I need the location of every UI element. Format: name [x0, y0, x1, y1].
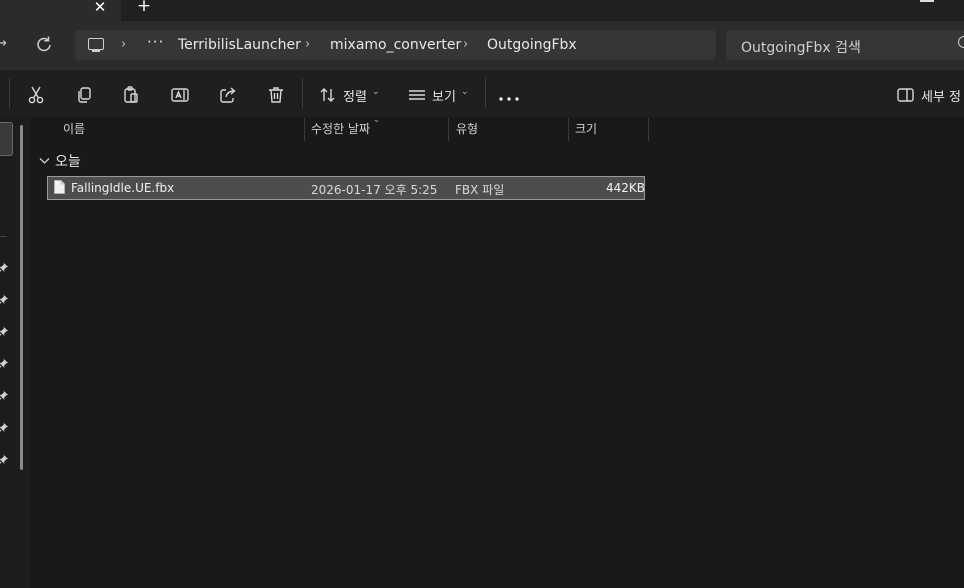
this-pc-icon-stand: [92, 50, 100, 52]
view-icon[interactable]: [407, 85, 427, 105]
pin-icon[interactable]: [0, 454, 8, 464]
navigation-pane: [0, 117, 30, 588]
breadcrumb-separator: ›: [121, 37, 127, 52]
pin-icon[interactable]: [0, 262, 8, 272]
column-divider[interactable]: [648, 118, 649, 141]
search-icon[interactable]: [958, 36, 964, 48]
pin-icon[interactable]: [0, 422, 8, 432]
refresh-icon[interactable]: [35, 34, 53, 54]
sort-caret-icon: ⌄: [373, 115, 380, 124]
column-divider[interactable]: [448, 118, 449, 141]
paste-icon[interactable]: [121, 85, 141, 105]
breadcrumb-separator[interactable]: ›: [463, 37, 468, 52]
chevron-down-icon[interactable]: ⌄: [461, 87, 469, 97]
forward-arrow-icon[interactable]: →: [0, 36, 7, 51]
close-tab-icon[interactable]: ✕: [92, 0, 108, 17]
pin-icon[interactable]: [0, 294, 8, 304]
toolbar-divider: [485, 78, 486, 108]
sort-button-label[interactable]: 정렬: [343, 86, 367, 105]
more-options-icon[interactable]: [498, 91, 520, 101]
group-collapse-chevron-icon[interactable]: [39, 155, 50, 168]
column-header-date-modified[interactable]: 수정한 날짜: [311, 120, 370, 137]
cut-icon[interactable]: [26, 85, 46, 105]
rename-icon[interactable]: [170, 85, 190, 105]
chevron-down-icon[interactable]: ⌄: [372, 87, 380, 97]
search-placeholder: OutgoingFbx 검색: [741, 40, 861, 56]
breadcrumb-terribilis-launcher[interactable]: TerribilisLauncher: [178, 37, 301, 53]
toolbar-divider: [302, 78, 303, 108]
delete-icon[interactable]: [266, 85, 286, 105]
file-date-modified: 2026-01-17 오후 5:25: [311, 183, 438, 197]
share-icon[interactable]: [218, 85, 238, 105]
file-name[interactable]: FallingIdle.UE.fbx: [71, 181, 174, 195]
column-divider[interactable]: [304, 118, 305, 141]
breadcrumb-outgoing-fbx[interactable]: OutgoingFbx: [487, 37, 577, 53]
file-type: FBX 파일: [455, 183, 505, 197]
details-pane-icon[interactable]: [896, 85, 916, 105]
view-button-label[interactable]: 보기: [432, 86, 456, 105]
minimize-icon[interactable]: [920, 0, 934, 2]
toolbar-divider: [9, 78, 10, 108]
sort-icon[interactable]: [318, 85, 338, 105]
new-tab-button[interactable]: +: [136, 0, 152, 16]
copy-icon[interactable]: [74, 85, 94, 105]
pin-icon[interactable]: [0, 358, 8, 368]
nav-item-selected[interactable]: [0, 122, 13, 156]
breadcrumb-separator[interactable]: ›: [305, 37, 310, 52]
group-header-today[interactable]: 오늘: [55, 151, 81, 171]
column-header-size[interactable]: 크기: [575, 120, 597, 137]
this-pc-icon[interactable]: [88, 38, 104, 50]
column-header-type[interactable]: 유형: [456, 120, 478, 137]
breadcrumb-mixamo-converter[interactable]: mixamo_converter: [330, 37, 461, 53]
nav-scrollbar[interactable]: [20, 125, 23, 470]
file-icon: [54, 180, 65, 194]
file-size: 442KB: [606, 181, 646, 195]
details-button-label[interactable]: 세부 정: [921, 86, 961, 105]
pin-icon[interactable]: [0, 390, 8, 400]
column-divider[interactable]: [568, 118, 569, 141]
breadcrumb-overflow-button[interactable]: ···: [147, 33, 164, 51]
nav-divider: [0, 236, 7, 237]
column-header-name[interactable]: 이름: [63, 120, 85, 137]
command-bar: [0, 69, 964, 118]
pin-icon[interactable]: [0, 326, 8, 336]
